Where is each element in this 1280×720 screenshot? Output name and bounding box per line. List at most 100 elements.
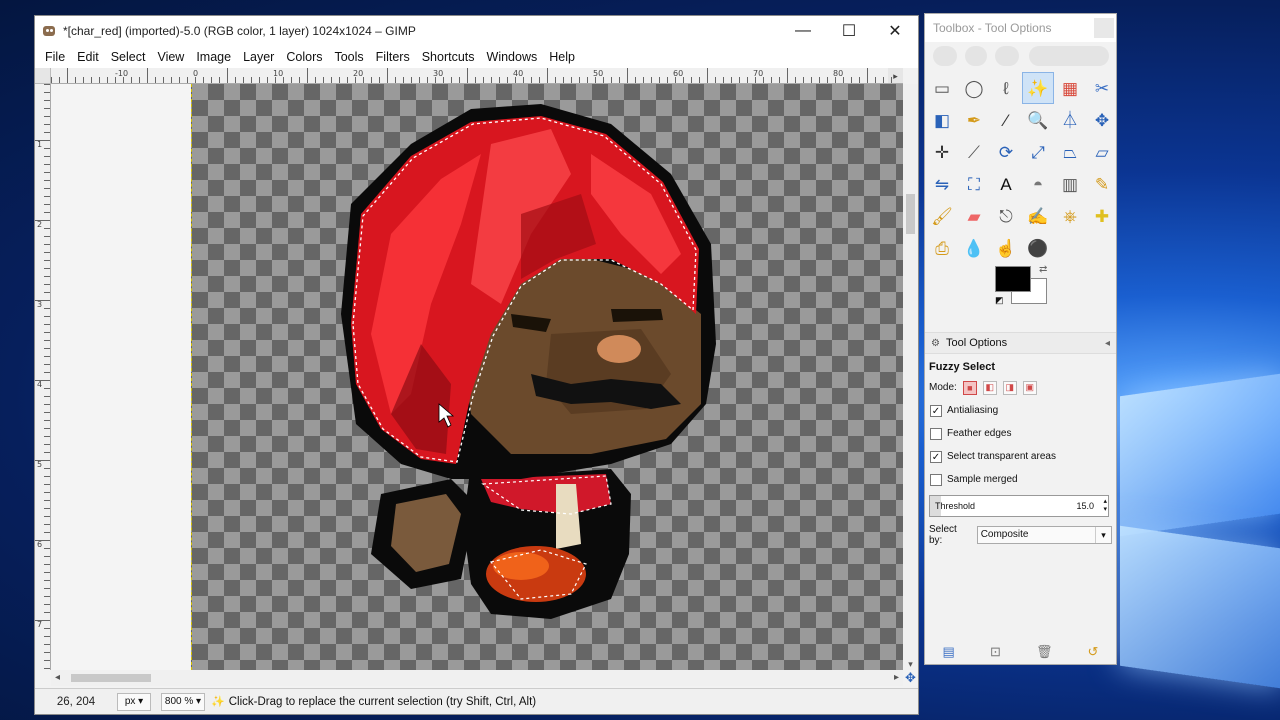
vertical-scroll-thumb[interactable] <box>906 194 915 234</box>
toolbox-title-bar[interactable]: Toolbox - Tool Options <box>925 14 1116 42</box>
mode-add-button[interactable]: ◧ <box>982 380 997 395</box>
color-picker-icon[interactable]: ⁄ <box>990 104 1022 136</box>
move-icon[interactable]: ✥ <box>1086 104 1118 136</box>
crop-icon[interactable]: ⟋ <box>958 136 990 168</box>
image-canvas[interactable] <box>51 84 903 670</box>
ruler-tick <box>44 524 50 525</box>
navigate-icon[interactable]: ✥ <box>903 670 918 686</box>
ruler-tick <box>443 77 444 83</box>
measure-icon[interactable]: ⏃ <box>1054 104 1086 136</box>
delete-options-icon[interactable]: 🗑 <box>1036 644 1053 660</box>
scroll-down-arrow-icon[interactable]: ▾ <box>903 659 918 670</box>
blur-icon[interactable]: 💧 <box>958 232 990 264</box>
mode-subtract-button[interactable]: ◨ <box>1002 380 1017 395</box>
menu-image[interactable]: Image <box>190 50 237 64</box>
menu-colors[interactable]: Colors <box>280 50 328 64</box>
menu-file[interactable]: File <box>39 50 71 64</box>
shear-icon[interactable]: ⏢ <box>1054 136 1086 168</box>
character-sprite <box>341 104 716 619</box>
menu-windows[interactable]: Windows <box>481 50 544 64</box>
feather-edges-checkbox[interactable] <box>930 427 942 440</box>
select-by-dropdown[interactable]: Composite ▾ <box>976 526 1112 544</box>
unit-selector[interactable]: px ▾ <box>117 692 151 711</box>
title-bar[interactable]: *[char_red] (imported)-5.0 (RGB color, 1… <box>35 16 918 46</box>
fuzzy-select-status-icon: ✨ <box>211 696 225 708</box>
menu-edit[interactable]: Edit <box>71 50 105 64</box>
ink-icon[interactable]: ✍ <box>1022 200 1054 232</box>
bucket-fill-icon[interactable]: ◓ <box>1022 168 1054 200</box>
horizontal-scroll-thumb[interactable] <box>71 674 151 682</box>
zoom-selector[interactable]: 800 % ▾ <box>161 692 205 711</box>
menu-layer[interactable]: Layer <box>237 50 280 64</box>
restore-options-icon[interactable]: ⊡ <box>990 644 1001 660</box>
menu-shortcuts[interactable]: Shortcuts <box>416 50 481 64</box>
sample-merged-checkbox[interactable] <box>930 473 942 486</box>
heal-icon[interactable]: ✚ <box>1086 200 1118 232</box>
antialiasing-checkbox[interactable]: ✓ <box>930 404 942 417</box>
maximize-button[interactable]: ☐ <box>826 16 872 46</box>
cage-transform-icon[interactable]: ⛶ <box>958 168 990 200</box>
reset-options-icon[interactable]: ↺ <box>1088 644 1099 660</box>
menu-help[interactable]: Help <box>543 50 581 64</box>
quick-mask-toggle[interactable] <box>35 68 51 84</box>
rotate-icon[interactable]: ⟳ <box>990 136 1022 168</box>
save-options-icon[interactable]: ▤ <box>943 644 955 660</box>
ruler-tick <box>515 77 516 83</box>
clone-icon[interactable]: ⎈ <box>1054 200 1086 232</box>
ellipse-select-icon[interactable]: ◯ <box>958 72 990 104</box>
close-button[interactable]: ✕ <box>872 16 918 46</box>
perspective-clone-icon[interactable]: ⎙ <box>926 232 958 264</box>
fuzzy-select-icon[interactable]: ✨ <box>1022 72 1054 104</box>
flip-icon[interactable]: ⇋ <box>926 168 958 200</box>
configure-tab-icon[interactable]: ◂ <box>1105 338 1110 349</box>
zoom-icon[interactable]: 🔍 <box>1022 104 1054 136</box>
threshold-spin-icon[interactable]: ▴ ▾ <box>1103 498 1107 514</box>
paths-icon[interactable]: ✒ <box>958 104 990 136</box>
toolbox-close-button[interactable] <box>1094 18 1114 38</box>
tool-options-tab-icon[interactable]: ⚙ <box>931 338 940 349</box>
menu-filters[interactable]: Filters <box>370 50 416 64</box>
antialiasing-row[interactable]: ✓ Antialiasing <box>929 399 1112 422</box>
foreground-color-swatch[interactable] <box>995 266 1031 292</box>
pencil-icon[interactable]: ✎ <box>1086 168 1118 200</box>
scissors-select-icon[interactable]: ✂ <box>1086 72 1118 104</box>
horizontal-ruler[interactable]: -10 0 10 20 30 40 50 60 70 80 ▸ <box>51 68 903 84</box>
minimize-button[interactable]: — <box>780 16 826 46</box>
airbrush-icon[interactable]: ⎋ <box>990 200 1022 232</box>
scroll-left-arrow-icon[interactable]: ◂ <box>55 670 60 686</box>
foreground-select-icon[interactable]: ◧ <box>926 104 958 136</box>
scale-icon[interactable]: ⤢ <box>1022 136 1054 168</box>
select-transparent-checkbox[interactable]: ✓ <box>930 450 942 463</box>
reset-colors-icon[interactable]: ◩ <box>995 295 1004 306</box>
mode-intersect-button[interactable]: ▣ <box>1022 380 1037 395</box>
perspective-icon[interactable]: ⏥ <box>1086 136 1118 168</box>
sample-merged-row[interactable]: Sample merged <box>929 468 1112 491</box>
eraser-icon[interactable]: ▰ <box>958 200 990 232</box>
ruler-tick <box>595 77 596 83</box>
vertical-scrollbar[interactable]: ▾ <box>903 84 918 670</box>
select-by-color-icon[interactable]: ▦ <box>1054 72 1086 104</box>
free-select-icon[interactable]: ℓ <box>990 72 1022 104</box>
feather-edges-row[interactable]: Feather edges <box>929 422 1112 445</box>
text-icon[interactable]: A <box>990 168 1022 200</box>
dodge-burn-icon[interactable]: ⚫ <box>1022 232 1054 264</box>
align-icon[interactable]: ✛ <box>926 136 958 168</box>
tool-options-title: Fuzzy Select <box>929 361 996 373</box>
rect-select-icon[interactable]: ▭ <box>926 72 958 104</box>
scroll-right-arrow-icon[interactable]: ▸ <box>894 670 899 686</box>
smudge-icon[interactable]: ☝ <box>990 232 1022 264</box>
threshold-slider[interactable]: Threshold 15.0 ▴ ▾ <box>929 495 1109 517</box>
ruler-tick <box>44 604 50 605</box>
mode-replace-button[interactable]: ■ <box>962 380 977 395</box>
horizontal-scrollbar[interactable]: ◂ ▸ <box>51 670 903 686</box>
ruler-tick <box>44 652 50 653</box>
swap-colors-icon[interactable]: ⇄ <box>1039 264 1047 275</box>
blend-icon[interactable]: ▥ <box>1054 168 1086 200</box>
menu-select[interactable]: Select <box>105 50 152 64</box>
vertical-ruler[interactable]: 1 2 3 4 5 6 7 <box>35 84 51 670</box>
tab-tool-options[interactable]: Tool Options <box>946 337 1007 349</box>
select-transparent-row[interactable]: ✓ Select transparent areas <box>929 445 1112 468</box>
menu-tools[interactable]: Tools <box>328 50 369 64</box>
paintbrush-icon[interactable]: 🖌 <box>926 200 958 232</box>
menu-view[interactable]: View <box>151 50 190 64</box>
